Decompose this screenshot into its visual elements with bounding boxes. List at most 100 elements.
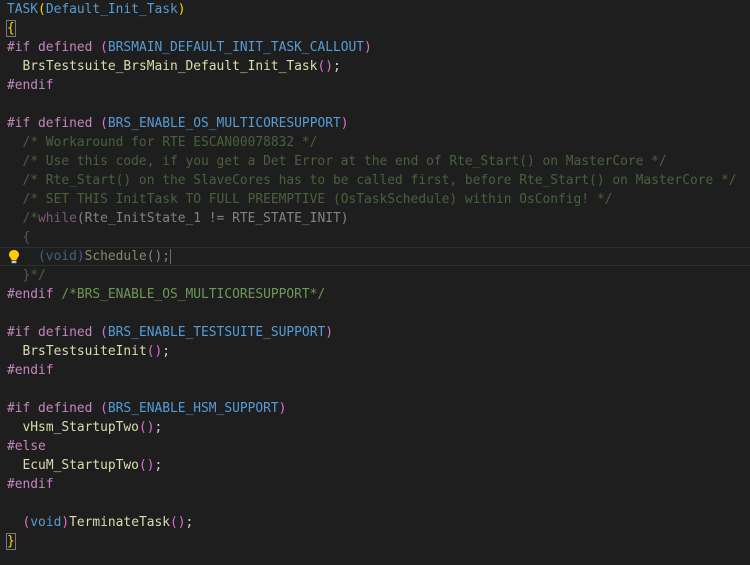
code-line[interactable]: /* Workaround for RTE ESCAN00078832 */: [0, 133, 750, 152]
code-line-text: (void)TerminateTask();: [7, 513, 194, 532]
code-line[interactable]: (void)Schedule();: [0, 247, 750, 266]
code-line[interactable]: [0, 95, 750, 114]
code-token: BRS_ENABLE_HSM_SUPPORT: [107, 401, 279, 416]
code-line-text: #if defined (BRS_ENABLE_HSM_SUPPORT): [7, 399, 286, 418]
code-line[interactable]: {: [0, 228, 750, 247]
code-line-text: #endif: [7, 76, 54, 95]
code-token: Default_Init_Task: [45, 2, 178, 17]
code-token: (void): [38, 249, 85, 264]
code-token: BrsTestsuiteInit: [22, 344, 147, 359]
code-line-text: {: [6, 19, 16, 38]
code-token: EcuM_StartupTwo: [22, 458, 139, 473]
code-line[interactable]: /*while(Rte_InitState_1 != RTE_STATE_INI…: [0, 209, 750, 228]
code-token: ();: [146, 249, 171, 264]
code-token: ;: [185, 515, 194, 530]
code-line[interactable]: [0, 380, 750, 399]
code-line-text: /* SET THIS InitTask TO FULL PREEMPTIVE …: [7, 190, 613, 209]
code-line-text: #endif: [7, 475, 54, 494]
code-line[interactable]: #if defined (BRS_ENABLE_OS_MULTICORESUPP…: [0, 114, 750, 133]
code-line-text: #if defined (BRS_ENABLE_TESTSUITE_SUPPOR…: [7, 323, 333, 342]
code-token: ): [61, 515, 70, 530]
code-token: while: [38, 211, 77, 226]
code-line-text: #if defined (BRS_ENABLE_OS_MULTICORESUPP…: [7, 114, 349, 133]
code-token: #if defined: [7, 401, 101, 416]
code-token: BRS_ENABLE_OS_MULTICORESUPPORT: [107, 116, 341, 131]
code-editor[interactable]: TASK(Default_Init_Task){#if defined (BRS…: [0, 0, 750, 565]
code-line[interactable]: #if defined (BRS_ENABLE_TESTSUITE_SUPPOR…: [0, 323, 750, 342]
code-line[interactable]: /* Use this code, if you get a Det Error…: [0, 152, 750, 171]
code-token: (): [138, 420, 155, 435]
code-token: #endif: [7, 78, 54, 93]
code-line[interactable]: {: [0, 19, 750, 38]
code-line[interactable]: }*/: [0, 266, 750, 285]
code-line[interactable]: #if defined (BRS_ENABLE_HSM_SUPPORT): [0, 399, 750, 418]
code-line[interactable]: }: [0, 532, 750, 551]
code-token: #if defined: [7, 116, 101, 131]
code-line[interactable]: vHsm_StartupTwo();: [0, 418, 750, 437]
code-token: (: [100, 40, 108, 55]
code-line-text: }: [6, 532, 16, 551]
code-line[interactable]: #if defined (BRSMAIN_DEFAULT_INIT_TASK_C…: [0, 38, 750, 57]
code-line-text: /*while(Rte_InitState_1 != RTE_STATE_INI…: [7, 209, 349, 228]
code-token: #if defined: [7, 40, 101, 55]
code-line[interactable]: #endif /*BRS_ENABLE_OS_MULTICORESUPPORT*…: [0, 285, 750, 304]
code-token: ;: [154, 420, 163, 435]
code-token: BRSMAIN_DEFAULT_INIT_TASK_CALLOUT: [107, 40, 365, 55]
code-line-text: /* Workaround for RTE ESCAN00078832 */: [7, 133, 318, 152]
code-line[interactable]: TASK(Default_Init_Task): [0, 0, 750, 19]
code-line-text: BrsTestsuite_BrsMain_Default_Init_Task()…: [7, 57, 341, 76]
code-line-text: BrsTestsuiteInit();: [7, 342, 170, 361]
code-line-text: EcuM_StartupTwo();: [7, 456, 163, 475]
code-token: #endif: [7, 363, 54, 378]
code-token: (Rte_InitState_1 != RTE_STATE_INIT): [76, 211, 349, 226]
code-token: ;: [154, 458, 163, 473]
code-token: {: [6, 20, 16, 37]
code-line[interactable]: #else: [0, 437, 750, 456]
code-line[interactable]: EcuM_StartupTwo();: [0, 456, 750, 475]
code-line-text: TASK(Default_Init_Task): [7, 0, 186, 19]
code-token: /*: [7, 211, 39, 226]
code-token: /* Workaround for RTE ESCAN00078832 */: [7, 135, 318, 150]
code-line[interactable]: #endif: [0, 76, 750, 95]
code-token: (: [100, 325, 108, 340]
code-token: TASK: [7, 2, 39, 17]
code-token: (): [170, 515, 186, 530]
code-line[interactable]: BrsTestsuite_BrsMain_Default_Init_Task()…: [0, 57, 750, 76]
code-line[interactable]: [0, 304, 750, 323]
code-line-text: #if defined (BRSMAIN_DEFAULT_INIT_TASK_C…: [7, 38, 372, 57]
code-line-text: #endif: [7, 361, 54, 380]
code-token: /* Use this code, if you get a Det Error…: [7, 154, 667, 169]
code-line-text: {: [7, 228, 31, 247]
code-token: ): [177, 2, 186, 17]
code-token: (): [146, 344, 163, 359]
code-token: #endif: [7, 287, 62, 302]
code-token: /*BRS_ENABLE_OS_MULTICORESUPPORT*/: [61, 287, 326, 302]
code-token: (): [138, 458, 155, 473]
code-line-text: /* Use this code, if you get a Det Error…: [7, 152, 667, 171]
code-token: vHsm_StartupTwo: [22, 420, 139, 435]
code-line-text: (void)Schedule();: [7, 248, 172, 265]
code-token: #if defined: [7, 325, 101, 340]
code-line-text: }*/: [7, 266, 46, 285]
code-token: (): [317, 59, 333, 74]
code-token: BrsTestsuite_BrsMain_Default_Init_Task: [22, 59, 318, 74]
code-line[interactable]: #endif: [0, 475, 750, 494]
code-line[interactable]: (void)TerminateTask();: [0, 513, 750, 532]
text-cursor: [170, 249, 172, 264]
code-token: Schedule: [84, 249, 147, 264]
code-token: (: [38, 2, 46, 17]
code-token: #endif: [7, 477, 54, 492]
code-line[interactable]: BrsTestsuiteInit();: [0, 342, 750, 361]
code-line[interactable]: #endif: [0, 361, 750, 380]
code-line[interactable]: /* SET THIS InitTask TO FULL PREEMPTIVE …: [0, 190, 750, 209]
code-token: void: [30, 515, 62, 530]
code-line[interactable]: /* Rte_Start() on the SlaveCores has to …: [0, 171, 750, 190]
lightbulb-icon[interactable]: [8, 249, 20, 265]
code-line-text: vHsm_StartupTwo();: [7, 418, 163, 437]
code-token: (: [100, 116, 108, 131]
code-token: ;: [332, 59, 341, 74]
code-line[interactable]: [0, 494, 750, 513]
